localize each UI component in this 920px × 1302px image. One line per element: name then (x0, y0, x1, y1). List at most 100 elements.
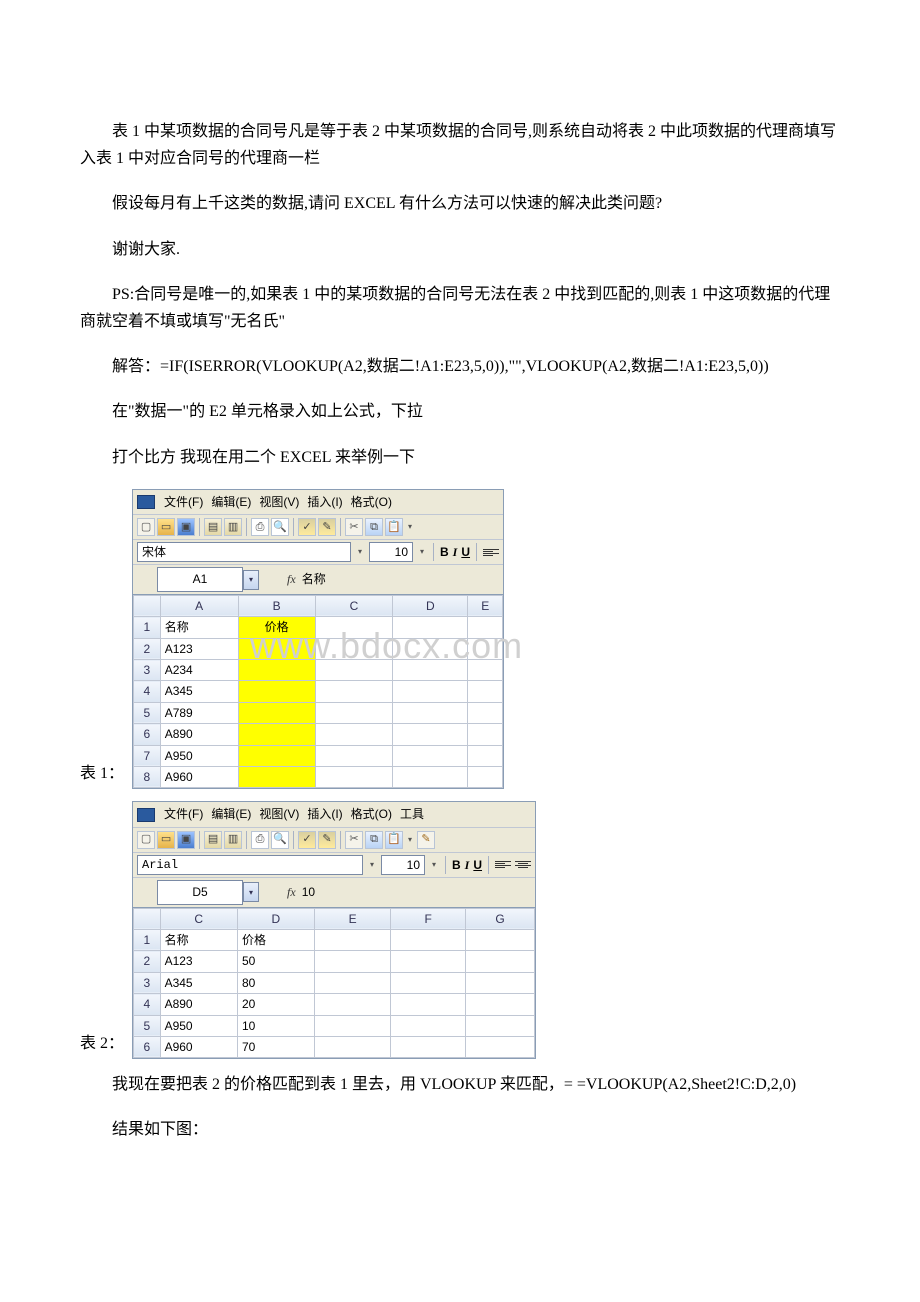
new-icon[interactable]: ▢ (137, 518, 155, 536)
print-icon[interactable]: ⎙ (251, 831, 269, 849)
select-all-corner[interactable] (134, 595, 161, 616)
menu-tools[interactable]: 工具 (399, 804, 425, 824)
mail-icon[interactable]: ▥ (224, 518, 242, 536)
row-header[interactable]: 4 (134, 681, 161, 702)
cell[interactable] (466, 929, 535, 950)
col-header[interactable]: B (238, 595, 315, 616)
preview-icon[interactable]: 🔍 (271, 831, 289, 849)
cell[interactable] (238, 638, 315, 659)
menu-view[interactable]: 视图(V) (258, 804, 300, 824)
menu-view[interactable]: 视图(V) (258, 492, 300, 512)
cell[interactable] (238, 681, 315, 702)
align-left-icon[interactable] (495, 861, 511, 868)
col-header[interactable]: F (391, 908, 466, 929)
cut-icon[interactable]: ✂ (345, 831, 363, 849)
cell[interactable] (393, 724, 468, 745)
italic-button[interactable]: I (465, 855, 470, 875)
cell[interactable] (314, 951, 391, 972)
cell[interactable] (314, 972, 391, 993)
align-left-icon[interactable] (483, 549, 499, 556)
chevron-down-icon[interactable]: ▾ (417, 543, 427, 561)
copy-icon[interactable]: ⧉ (365, 831, 383, 849)
cut-icon[interactable]: ✂ (345, 518, 363, 536)
col-header[interactable]: D (237, 908, 314, 929)
cell[interactable] (393, 702, 468, 723)
paste-icon[interactable]: 📋 (385, 518, 403, 536)
col-header[interactable]: D (393, 595, 468, 616)
cell[interactable] (468, 766, 503, 787)
cell[interactable] (468, 702, 503, 723)
row-header[interactable]: 5 (134, 1015, 161, 1036)
font-size-combo[interactable]: 10 (369, 542, 413, 562)
row-header[interactable]: 2 (134, 638, 161, 659)
row-header[interactable]: 7 (134, 745, 161, 766)
cell[interactable]: A345 (160, 972, 237, 993)
cell[interactable]: A960 (160, 766, 238, 787)
cell[interactable]: A890 (160, 724, 238, 745)
cell[interactable] (391, 951, 466, 972)
cell[interactable]: 名称 (160, 617, 238, 638)
row-header[interactable]: 2 (134, 951, 161, 972)
cell[interactable]: A123 (160, 951, 237, 972)
research-icon[interactable]: ✎ (318, 831, 336, 849)
cell[interactable] (238, 766, 315, 787)
cell[interactable] (314, 1036, 391, 1057)
cell[interactable] (468, 681, 503, 702)
cell[interactable]: A960 (160, 1036, 237, 1057)
spelling-icon[interactable]: ✓ (298, 518, 316, 536)
cell[interactable] (391, 1015, 466, 1036)
format-painter-icon[interactable]: ✎ (417, 831, 435, 849)
row-header[interactable]: 8 (134, 766, 161, 787)
menu-insert[interactable]: 插入(I) (306, 804, 343, 824)
cell[interactable]: A123 (160, 638, 238, 659)
cell[interactable] (468, 617, 503, 638)
cell[interactable]: A950 (160, 745, 238, 766)
menu-format[interactable]: 格式(O) (350, 804, 393, 824)
cell[interactable] (466, 972, 535, 993)
permission-icon[interactable]: ▤ (204, 518, 222, 536)
chevron-down-icon[interactable]: ▾ (429, 856, 439, 874)
cell[interactable] (238, 745, 315, 766)
col-header[interactable]: E (314, 908, 391, 929)
font-name-combo[interactable]: Arial (137, 855, 363, 875)
row-header[interactable]: 4 (134, 994, 161, 1015)
italic-button[interactable]: I (453, 542, 458, 562)
align-center-icon[interactable] (515, 861, 531, 868)
cell[interactable]: A890 (160, 994, 237, 1015)
col-header[interactable]: C (160, 908, 237, 929)
cell[interactable] (315, 638, 392, 659)
cell[interactable] (315, 617, 392, 638)
underline-button[interactable]: U (473, 855, 482, 875)
cell[interactable] (468, 660, 503, 681)
chevron-down-icon[interactable]: ▾ (367, 856, 377, 874)
name-box[interactable]: D5 (157, 880, 243, 904)
formula-bar[interactable]: 名称 (302, 569, 503, 589)
cell[interactable]: A789 (160, 702, 238, 723)
cell[interactable] (315, 681, 392, 702)
chevron-down-icon[interactable]: ▾ (355, 543, 365, 561)
col-header[interactable]: C (315, 595, 392, 616)
open-icon[interactable]: ▭ (157, 518, 175, 536)
cell[interactable]: 价格 (237, 929, 314, 950)
cell[interactable]: 名称 (160, 929, 237, 950)
cell[interactable] (391, 929, 466, 950)
font-name-combo[interactable]: 宋体 (137, 542, 351, 562)
cell[interactable] (466, 1015, 535, 1036)
select-all-corner[interactable] (134, 908, 161, 929)
cell[interactable] (466, 994, 535, 1015)
menu-edit[interactable]: 编辑(E) (210, 492, 252, 512)
cell[interactable] (393, 745, 468, 766)
cell[interactable]: 80 (237, 972, 314, 993)
cell[interactable] (314, 994, 391, 1015)
copy-icon[interactable]: ⧉ (365, 518, 383, 536)
cell[interactable] (393, 638, 468, 659)
permission-icon[interactable]: ▤ (204, 831, 222, 849)
cell[interactable] (393, 681, 468, 702)
cell[interactable]: 20 (237, 994, 314, 1015)
name-box[interactable]: A1 (157, 567, 243, 591)
bold-button[interactable]: B (452, 855, 461, 875)
spreadsheet-grid-1[interactable]: A B C D E 1 名称 价格 2 A123 (133, 595, 503, 789)
row-header[interactable]: 6 (134, 724, 161, 745)
cell[interactable]: 70 (237, 1036, 314, 1057)
col-header[interactable]: A (160, 595, 238, 616)
